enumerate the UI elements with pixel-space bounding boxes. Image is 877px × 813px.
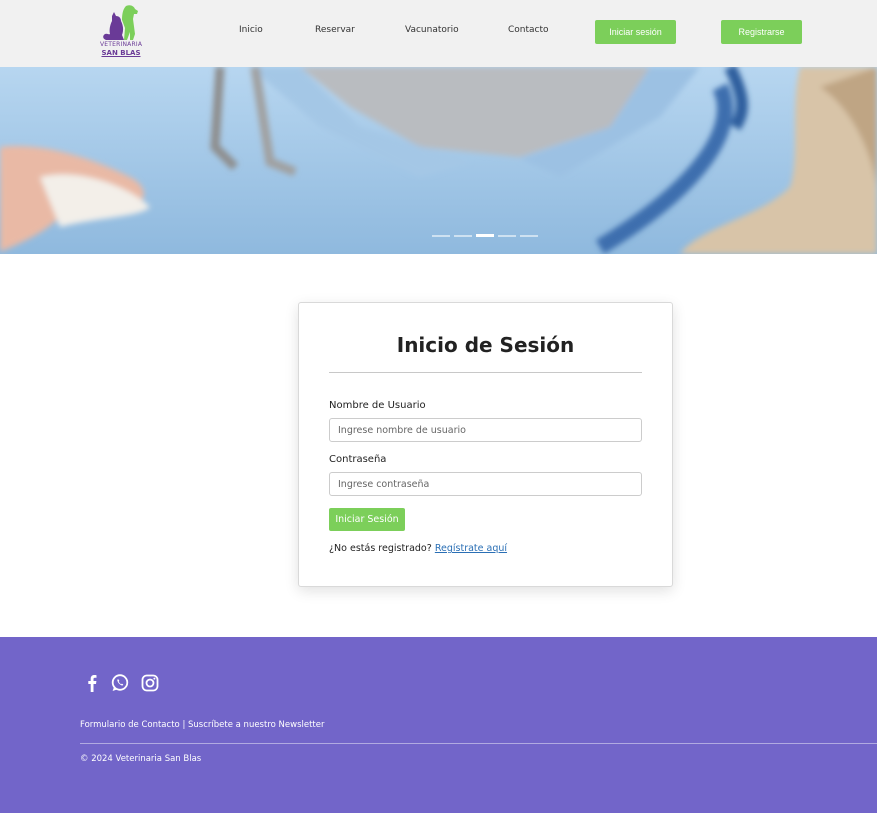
nav-link-vacunatorio[interactable]: Vacunatorio [405, 25, 459, 35]
logo-text-line2: SAN BLAS [101, 49, 141, 57]
logo-text-line1: VETERINARIA [100, 41, 143, 48]
nav-register-button[interactable]: Registrarse [721, 20, 802, 44]
copyright-text: © 2024 Veterinaria San Blas [80, 754, 202, 764]
nav-link-reservar[interactable]: Reservar [315, 25, 355, 35]
nav-login-button[interactable]: Iniciar sesión [595, 20, 676, 44]
contact-form-link[interactable]: Formulario de Contacto [80, 720, 180, 730]
footer-divider [80, 743, 877, 744]
carousel-indicator-2[interactable] [454, 235, 472, 237]
carousel-indicator-5[interactable] [520, 235, 538, 237]
footer-links: Formulario de Contacto | Suscríbete a nu… [80, 720, 324, 730]
login-card: Inicio de Sesión Nombre de Usuario Contr… [298, 302, 673, 587]
register-prompt-line: ¿No estás registrado? Regístrate aquí [329, 543, 507, 554]
login-submit-button[interactable]: Iniciar Sesión [329, 508, 405, 531]
carousel-indicator-4[interactable] [498, 235, 516, 237]
username-input[interactable] [329, 418, 642, 442]
footer: Formulario de Contacto | Suscríbete a nu… [0, 637, 877, 813]
carousel-indicator-3[interactable] [476, 234, 494, 237]
hero-vet-image [0, 67, 877, 254]
login-title: Inicio de Sesión [396, 333, 575, 357]
password-input[interactable] [329, 472, 642, 496]
newsletter-link[interactable]: Suscríbete a nuestro Newsletter [188, 720, 324, 730]
nav-link-contacto[interactable]: Contacto [508, 25, 549, 35]
brand-logo[interactable]: VETERINARIA SAN BLAS [100, 4, 142, 60]
facebook-icon[interactable] [82, 673, 102, 693]
pet-logo-icon [103, 5, 138, 40]
carousel-indicator-1[interactable] [432, 235, 450, 237]
instagram-icon[interactable] [140, 673, 160, 693]
nav-link-inicio[interactable]: Inicio [239, 25, 263, 35]
username-label: Nombre de Usuario [329, 400, 426, 411]
password-label: Contraseña [329, 454, 387, 465]
navbar: VETERINARIA SAN BLAS Inicio Reservar Vac… [0, 0, 877, 67]
register-link[interactable]: Regístrate aquí [435, 543, 507, 554]
register-prompt-text: ¿No estás registrado? [329, 543, 432, 554]
hero-carousel[interactable] [0, 67, 877, 254]
whatsapp-icon[interactable] [110, 673, 130, 693]
title-divider [329, 372, 642, 373]
footer-separator: | [182, 720, 186, 730]
